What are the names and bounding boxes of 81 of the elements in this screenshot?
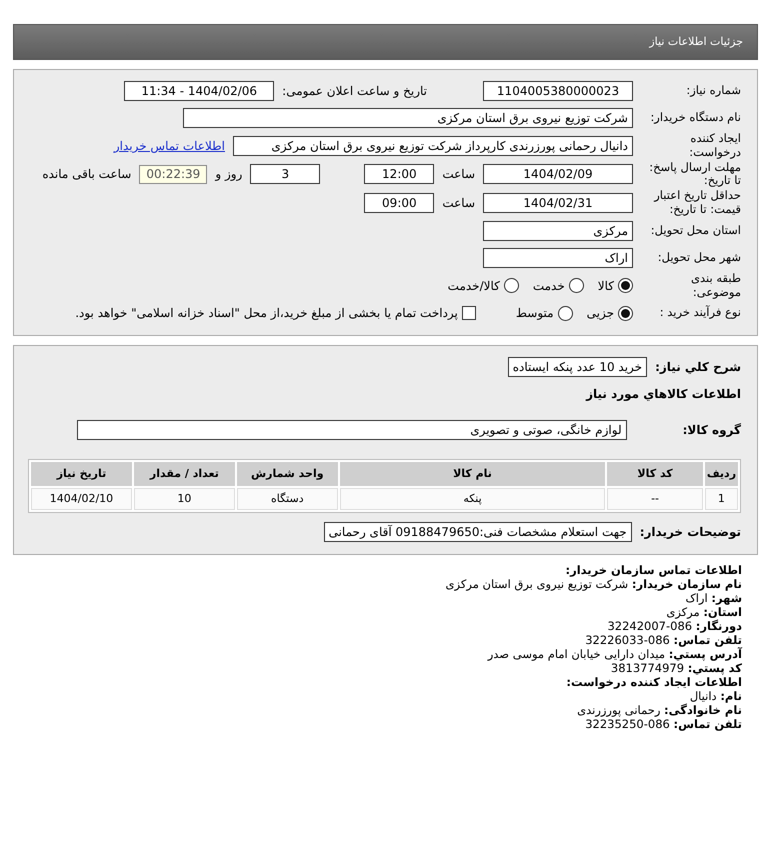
input-field[interactable]: 1404/02/09 xyxy=(483,164,633,184)
contact-label: تلفن تماس: xyxy=(674,633,742,648)
field-label: استان محل تحویل: xyxy=(650,224,741,238)
input-field[interactable]: خرید 10 عدد پنکه ایستاده xyxy=(508,357,648,378)
contact-label: نام: xyxy=(720,689,742,704)
radio-label: متوسط xyxy=(516,305,554,322)
radio-button[interactable] xyxy=(504,278,519,294)
contact-value: 3813774979 xyxy=(610,661,684,676)
field-label: مهلت ارسال پاسخ: تا تاریخ: xyxy=(648,160,741,188)
field-label: شهر محل تحویل: xyxy=(656,250,741,265)
input-field[interactable]: دانیال رحمانی پورزرندی کارپرداز شرکت توزیع نیروی برق استان مرکزی xyxy=(233,136,633,156)
contact-label: استان: xyxy=(703,605,742,620)
checkbox-label: پرداخت تمام یا بخشی از مبلغ خرید،از محل "اسناد خزانه اسلامی" خواهد بود. xyxy=(75,305,458,322)
radio-button[interactable] xyxy=(618,306,633,321)
contact-label: نام خانوادگی: xyxy=(664,703,742,718)
table-cell: 10 xyxy=(134,488,235,510)
table-cell: دستگاه xyxy=(236,488,338,510)
radio-button[interactable] xyxy=(568,278,584,294)
input-field[interactable]: 1404/02/06 - 11:34 xyxy=(124,81,274,101)
input-field[interactable]: مرکزی xyxy=(483,220,633,241)
radio-label: جزیی xyxy=(586,305,614,322)
radio-button[interactable] xyxy=(618,278,633,294)
input-field[interactable]: 3 xyxy=(250,164,320,184)
remaining-time: 00:22:39 xyxy=(139,164,208,184)
contact-value: 086-32226033 xyxy=(585,633,670,648)
time-label: ساعت xyxy=(442,166,475,184)
column-header: واحد شمارش xyxy=(236,462,338,486)
column-header: کد کالا xyxy=(607,462,703,486)
column-header: تاریخ نیاز xyxy=(31,462,132,486)
field-label: شماره نیاز: xyxy=(685,84,741,98)
column-header: ردیف xyxy=(704,462,738,486)
column-header: نام کالا xyxy=(340,462,606,486)
contact-heading: اطلاعات ایجاد کننده درخواست: xyxy=(566,675,742,690)
input-field[interactable]: 1104005380000023 xyxy=(483,81,633,101)
field-label: حداقل تاریخ اعتبار قیمت: تا تاریخ: xyxy=(652,189,741,217)
field-label: شرح كلي نياز: xyxy=(655,359,741,376)
field-label: نوع فرآیند خرید : xyxy=(658,306,741,320)
days-label: روز و xyxy=(215,166,242,184)
header-title: جزئیات اطلاعات نیاز xyxy=(649,34,743,50)
contact-value: دانیال xyxy=(690,689,717,704)
input-field[interactable]: 09:00 xyxy=(364,192,434,213)
radio-button[interactable] xyxy=(558,306,573,321)
field-label: نام دستگاه خریدار: xyxy=(649,111,741,125)
contact-value: اراک xyxy=(685,591,708,606)
contact-value: مرکزی xyxy=(666,605,700,620)
contact-value: 086-32242007 xyxy=(607,619,692,634)
table-cell: 1 xyxy=(704,488,738,510)
contact-value: شرکت توزیع نیروی برق استان مرکزی xyxy=(446,577,628,592)
input-field[interactable]: جهت استعلام مشخصات فنی:09188479650 آقای رحمانی xyxy=(324,522,632,542)
table-cell: پنکه xyxy=(340,488,606,510)
field-label: تاریخ و ساعت اعلان عمومی: xyxy=(282,83,427,100)
input-field[interactable]: شرکت توزیع نیروی برق استان مرکزی xyxy=(183,108,633,128)
field-label: ایجاد کننده درخواست: xyxy=(688,132,741,160)
input-field[interactable]: 12:00 xyxy=(364,164,434,184)
contact-label: دورنگار: xyxy=(696,619,742,634)
contact-link[interactable]: اطلاعات تماس خریدار xyxy=(114,136,225,155)
field-label: گروه کالا: xyxy=(682,422,741,440)
remaining-label: ساعت باقی مانده xyxy=(42,166,132,184)
input-field[interactable]: اراک xyxy=(483,248,633,268)
contact-value: رحمانی پورزرندی xyxy=(577,703,660,718)
contact-value: 086-32235250 xyxy=(585,717,670,732)
field-label: توضیحات خریدار: xyxy=(640,524,741,542)
contact-label: کد پستي: xyxy=(688,661,742,676)
column-header: تعداد / مقدار xyxy=(134,462,235,486)
section-heading: اطلاعات كالاهاي مورد نياز xyxy=(586,386,741,404)
field-label: طبقه بندی موضوعی: xyxy=(690,272,741,300)
contact-label: تلفن تماس: xyxy=(674,717,742,732)
radio-label: کالا/خدمت xyxy=(448,278,500,295)
contact-value: میدان دارایی خیابان امام موسی صدر xyxy=(488,647,666,662)
contact-label: نام سازمان خریدار: xyxy=(632,577,742,592)
radio-label: کالا xyxy=(598,278,614,295)
radio-label: خدمت xyxy=(532,278,565,295)
table-cell: 1404/02/10 xyxy=(31,488,132,510)
time-label: ساعت xyxy=(442,194,475,212)
contact-label: آدرس پستي: xyxy=(668,647,742,662)
contact-heading: اطلاعات تماس سازمان خریدار: xyxy=(565,563,742,578)
input-field[interactable]: لوازم خانگی، صوتی و تصویری xyxy=(76,420,627,440)
table-cell: -- xyxy=(607,488,703,510)
input-field[interactable]: 1404/02/31 xyxy=(483,192,633,213)
checkbox[interactable] xyxy=(462,306,476,320)
contact-label: شهر: xyxy=(711,591,742,606)
